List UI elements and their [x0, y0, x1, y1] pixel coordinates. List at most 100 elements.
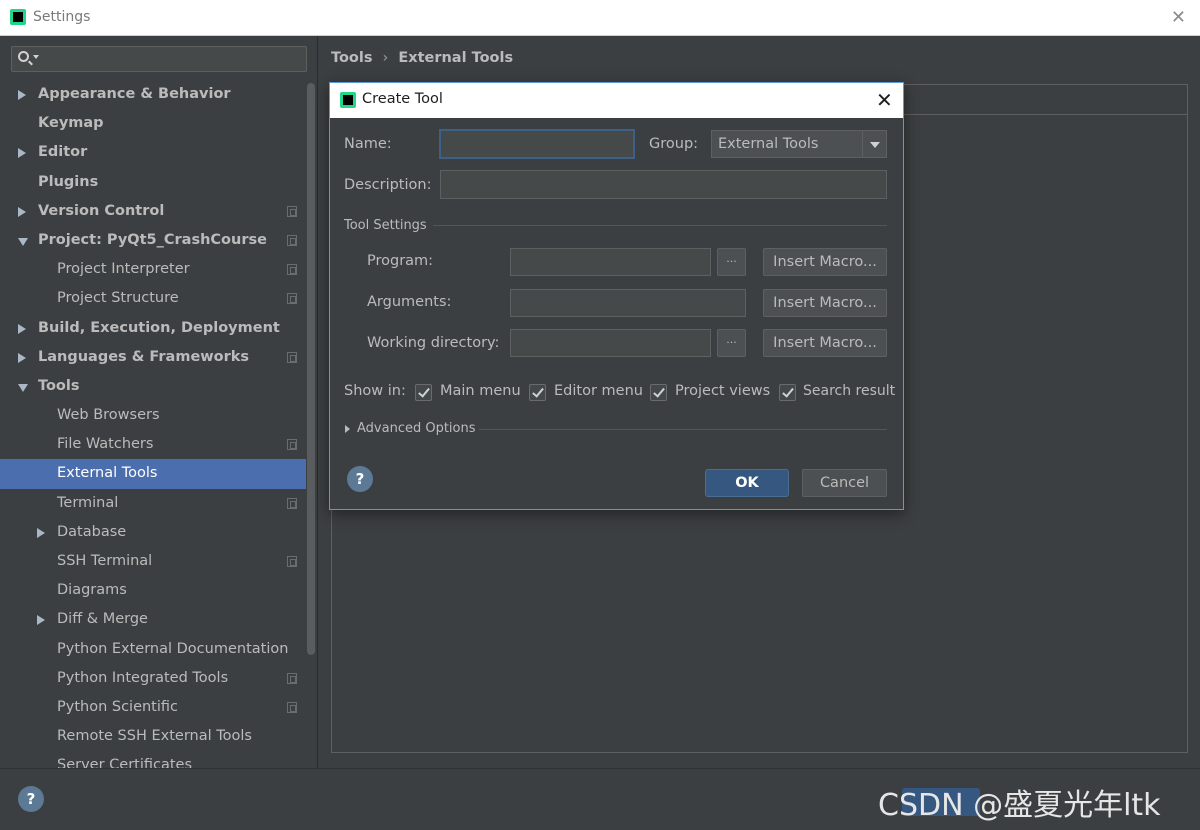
- sidebar-item-label: Plugins: [38, 173, 99, 190]
- sidebar-item-label: Python External Documentation: [57, 640, 289, 657]
- arguments-field[interactable]: [510, 289, 746, 317]
- working-directory-browse-button[interactable]: ...: [717, 329, 746, 357]
- group-label: Group:: [649, 136, 699, 152]
- dialog-close-icon[interactable]: ✕: [876, 88, 893, 112]
- chevron-right-icon[interactable]: [37, 527, 45, 538]
- sidebar-item-remote-ssh-external-tools[interactable]: Remote SSH External Tools: [0, 722, 306, 751]
- settings-search-input[interactable]: [11, 46, 307, 72]
- program-label: Program:: [367, 253, 434, 269]
- sidebar-item-label: Python Integrated Tools: [57, 669, 229, 686]
- project-scope-icon: [287, 439, 297, 451]
- dialog-help-button[interactable]: ?: [347, 466, 373, 492]
- chevron-right-icon[interactable]: [37, 615, 45, 626]
- arguments-insert-macro-button[interactable]: Insert Macro...: [763, 289, 887, 317]
- chevron-down-icon[interactable]: [18, 383, 28, 392]
- sidebar-item-plugins[interactable]: Plugins: [0, 168, 306, 197]
- working-directory-field[interactable]: [510, 329, 711, 357]
- sidebar-item-diff-merge[interactable]: Diff & Merge: [0, 605, 306, 634]
- sidebar-item-file-watchers[interactable]: File Watchers: [0, 430, 306, 459]
- sidebar-item-web-browsers[interactable]: Web Browsers: [0, 401, 306, 430]
- watermark-text: CSDN @盛夏光年ltk: [878, 788, 1161, 823]
- sidebar-item-label: Diagrams: [57, 582, 127, 599]
- chevron-down-icon: [33, 55, 39, 59]
- pycharm-logo-icon: [10, 9, 26, 25]
- project-scope-icon: [287, 205, 297, 217]
- sidebar-item-keymap[interactable]: Keymap: [0, 109, 306, 138]
- working-directory-label: Working directory:: [367, 335, 500, 351]
- sidebar-scrollbar[interactable]: [307, 83, 315, 655]
- window-close-icon[interactable]: ✕: [1171, 7, 1186, 28]
- advanced-options-toggle[interactable]: Advanced Options: [357, 421, 476, 436]
- sidebar-item-label: Database: [57, 523, 127, 540]
- sidebar-item-label: Python Scientific: [57, 698, 179, 715]
- show-in-label: Show in:: [344, 383, 406, 399]
- working-directory-insert-macro-button[interactable]: Insert Macro...: [763, 329, 887, 357]
- chevron-right-icon[interactable]: [18, 148, 26, 159]
- settings-sidebar: Appearance & Behavior Keymap Editor Plugins…: [0, 36, 318, 768]
- chevron-right-icon[interactable]: [18, 90, 26, 100]
- sidebar-item-build-execution-deployment[interactable]: Build, Execution, Deployment: [0, 314, 306, 343]
- chevron-right-icon[interactable]: [18, 352, 26, 363]
- breadcrumb-parent[interactable]: Tools: [331, 50, 373, 66]
- sidebar-item-label: Keymap: [38, 115, 104, 132]
- sidebar-item-external-tools[interactable]: External Tools: [0, 459, 306, 489]
- project-views-checkbox[interactable]: [650, 384, 667, 401]
- description-field[interactable]: [440, 170, 887, 199]
- arguments-label: Arguments:: [367, 294, 452, 310]
- pycharm-logo-icon: [340, 92, 356, 108]
- expand-arrow-icon[interactable]: [345, 425, 350, 433]
- chevron-down-icon[interactable]: [18, 237, 28, 246]
- chevron-down-icon[interactable]: [862, 131, 886, 157]
- sidebar-item-database[interactable]: Database: [0, 518, 306, 547]
- project-scope-icon: [287, 556, 297, 567]
- window-titlebar: Settings ✕: [0, 0, 1200, 36]
- sidebar-item-python-scientific[interactable]: Python Scientific: [0, 693, 306, 722]
- window-title: Settings: [33, 9, 91, 25]
- sidebar-item-ssh-terminal[interactable]: SSH Terminal: [0, 547, 306, 576]
- program-field[interactable]: [510, 248, 711, 276]
- sidebar-item-label: Languages & Frameworks: [38, 348, 250, 365]
- main-menu-checkbox[interactable]: [415, 384, 432, 401]
- chevron-right-icon[interactable]: [18, 206, 26, 217]
- project-scope-icon: [287, 497, 297, 509]
- sidebar-item-project-structure[interactable]: Project Structure: [0, 284, 306, 313]
- main-menu-label[interactable]: Main menu: [440, 383, 521, 399]
- sidebar-item-label: Version Control: [38, 202, 165, 219]
- sidebar-item-label: Project Structure: [57, 290, 179, 307]
- name-label: Name:: [344, 136, 392, 152]
- chevron-right-icon[interactable]: [18, 323, 26, 334]
- cancel-button[interactable]: Cancel: [802, 469, 887, 497]
- program-browse-button[interactable]: ...: [717, 248, 746, 276]
- editor-menu-checkbox[interactable]: [529, 384, 546, 401]
- section-divider: [479, 429, 887, 430]
- tool-settings-heading: Tool Settings: [344, 218, 427, 233]
- sidebar-item-project-pyqt5-crashcourse[interactable]: Project: PyQt5_CrashCourse: [0, 226, 306, 255]
- sidebar-item-label: SSH Terminal: [57, 553, 153, 569]
- sidebar-item-version-control[interactable]: Version Control: [0, 197, 306, 226]
- sidebar-item-terminal[interactable]: Terminal: [0, 489, 306, 518]
- group-select[interactable]: External Tools: [711, 130, 887, 158]
- sidebar-item-diagrams[interactable]: Diagrams: [0, 576, 306, 605]
- editor-menu-label[interactable]: Editor menu: [554, 383, 643, 399]
- breadcrumb-separator: ›: [382, 50, 389, 66]
- section-divider: [433, 225, 887, 226]
- project-scope-icon: [287, 701, 297, 713]
- sidebar-item-label: Project: PyQt5_CrashCourse: [38, 231, 267, 248]
- sidebar-item-tools[interactable]: Tools: [0, 372, 306, 401]
- sidebar-item-appearance-behavior[interactable]: Appearance & Behavior: [0, 80, 306, 109]
- search-result-checkbox[interactable]: [779, 384, 796, 401]
- help-button[interactable]: ?: [18, 786, 44, 812]
- sidebar-item-editor[interactable]: Editor: [0, 138, 306, 167]
- sidebar-item-python-external-documentation[interactable]: Python External Documentation: [0, 635, 306, 664]
- sidebar-item-languages-frameworks[interactable]: Languages & Frameworks: [0, 343, 306, 372]
- program-insert-macro-button[interactable]: Insert Macro...: [763, 248, 887, 276]
- search-result-label[interactable]: Search result: [803, 383, 895, 399]
- sidebar-item-server-certificates[interactable]: Server Certificates: [0, 751, 306, 768]
- ok-button[interactable]: OK: [705, 469, 789, 497]
- create-tool-dialog: Create Tool ✕ Name: Group: External Tool…: [329, 82, 904, 510]
- sidebar-item-project-interpreter[interactable]: Project Interpreter: [0, 255, 306, 284]
- project-views-label[interactable]: Project views: [675, 383, 770, 399]
- sidebar-item-label: Remote SSH External Tools: [57, 728, 252, 745]
- sidebar-item-python-integrated-tools[interactable]: Python Integrated Tools: [0, 664, 306, 693]
- name-field[interactable]: [439, 129, 635, 159]
